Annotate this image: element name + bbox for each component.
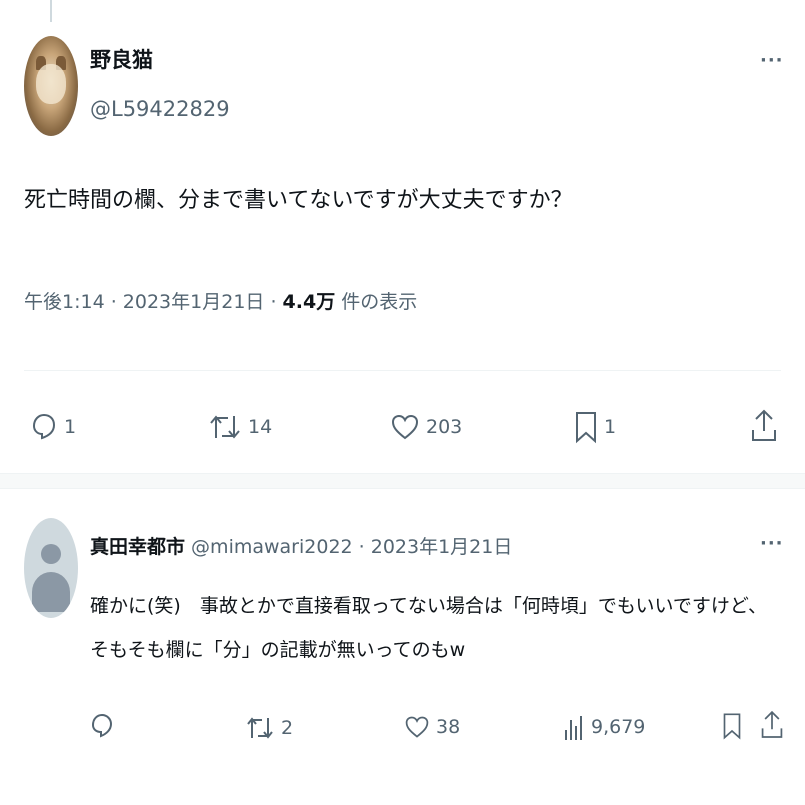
like-icon	[405, 716, 429, 738]
reply-handle-date[interactable]: @mimawari2022 · 2023年1月21日	[185, 536, 512, 558]
views-icon	[565, 716, 582, 740]
reply-retweet-count: 2	[281, 717, 294, 739]
views-count: 4.4万	[282, 291, 336, 313]
bookmark-icon	[723, 713, 741, 740]
share-icon	[752, 409, 776, 441]
avatar-detail	[32, 572, 70, 612]
avatar[interactable]	[24, 36, 78, 136]
bookmark-button[interactable]: 1	[574, 410, 616, 444]
avatar-detail	[41, 544, 61, 564]
reply-like-count: 38	[436, 716, 461, 738]
like-count: 203	[426, 416, 463, 438]
bookmark-button[interactable]	[722, 710, 742, 742]
divider	[24, 370, 781, 371]
display-name[interactable]: 野良猫	[90, 44, 153, 74]
reply-count: 1	[64, 416, 77, 438]
like-button[interactable]: 203	[390, 412, 462, 442]
bookmark-count: 1	[604, 416, 617, 438]
views-button[interactable]: 9,679	[563, 712, 645, 742]
more-icon[interactable]: ···	[760, 533, 784, 554]
reply-button[interactable]: 1	[30, 412, 76, 442]
share-button[interactable]	[750, 408, 778, 444]
retweet-icon	[247, 717, 273, 739]
retweet-button[interactable]: 2	[245, 714, 293, 742]
views-label: 件の表示	[335, 291, 418, 313]
tweet-timestamp: 午後1:14 · 2023年1月21日 · 4.4万 件の表示	[24, 287, 417, 314]
bookmark-icon	[576, 412, 596, 444]
tweet-time[interactable]: 午後1:14 · 2023年1月21日 ·	[24, 291, 283, 313]
share-icon	[761, 710, 783, 738]
reply-avatar[interactable]	[24, 518, 78, 618]
reply-text: 確かに(笑) 事故とかで直接看取ってない場合は「何時頃」でもいいですけど、そもそ…	[90, 595, 767, 661]
retweet-icon	[210, 415, 240, 439]
more-icon[interactable]: ···	[760, 50, 784, 71]
thread-connector-line	[50, 0, 52, 22]
user-handle[interactable]: @L59422829	[90, 97, 230, 121]
section-separator	[0, 473, 805, 489]
avatar-detail	[36, 64, 66, 104]
reply-button[interactable]	[90, 712, 114, 740]
tweet-text: 死亡時間の欄、分まで書いてないですが大丈夫ですか？	[24, 188, 573, 213]
reply-header: 真田幸都市 @mimawari2022 · 2023年1月21日	[90, 532, 512, 559]
share-button[interactable]	[760, 708, 784, 742]
reply-display-name[interactable]: 真田幸都市	[90, 536, 185, 558]
like-icon	[391, 414, 419, 440]
like-button[interactable]: 38	[404, 714, 460, 740]
reply-icon	[32, 413, 56, 440]
reply-views-count: 9,679	[591, 716, 646, 738]
reply-icon	[91, 713, 113, 738]
retweet-button[interactable]: 14	[208, 412, 272, 442]
retweet-count: 14	[248, 416, 273, 438]
